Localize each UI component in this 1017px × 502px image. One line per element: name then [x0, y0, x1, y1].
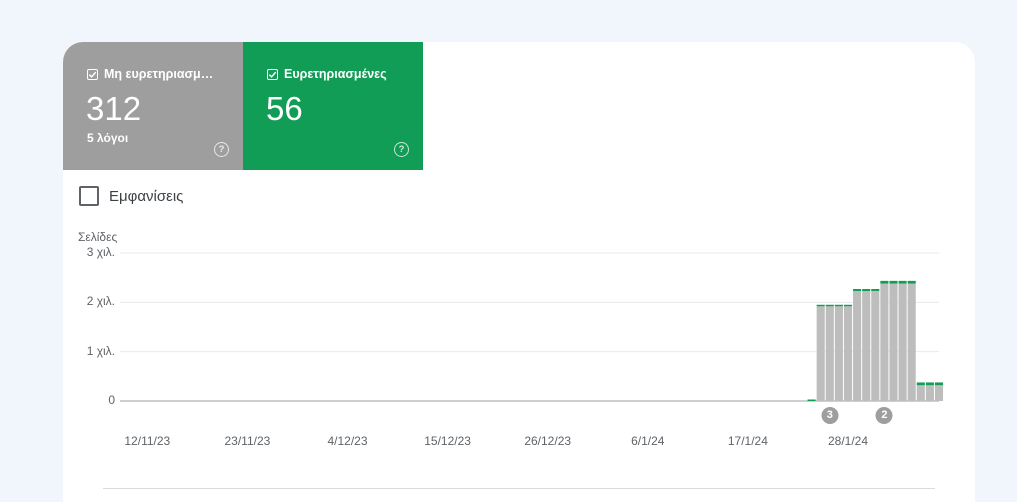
x-tick-label: 17/1/24	[727, 434, 768, 448]
indexed-bar[interactable]	[853, 289, 862, 291]
indexed-bar[interactable]	[862, 289, 871, 291]
not-indexed-bar[interactable]	[843, 306, 853, 401]
indexed-bar[interactable]	[925, 382, 934, 386]
x-tick-label: 4/12/23	[327, 434, 368, 448]
not-indexed-bar[interactable]	[898, 283, 907, 401]
not-indexed-bar[interactable]	[825, 306, 834, 401]
not-indexed-bar[interactable]	[934, 385, 944, 401]
indexed-bar[interactable]	[898, 280, 907, 284]
indexed-bar[interactable]	[807, 399, 816, 402]
indexed-bar[interactable]	[916, 382, 925, 386]
indexed-bar[interactable]	[825, 304, 834, 307]
x-tick-label: 26/12/23	[524, 434, 572, 448]
x-tick-label: 23/11/23	[224, 434, 271, 448]
x-tick-label: 12/11/23	[124, 434, 171, 448]
not-indexed-bar[interactable]	[889, 283, 898, 401]
not-indexed-bar[interactable]	[907, 283, 916, 401]
indexed-bar[interactable]	[889, 280, 898, 284]
not-indexed-bar[interactable]	[862, 290, 871, 401]
annotation-badge[interactable]: 3	[821, 407, 839, 424]
indexed-bar[interactable]	[934, 382, 944, 386]
not-indexed-bar[interactable]	[925, 385, 934, 401]
indexed-bar[interactable]	[880, 280, 889, 284]
x-tick-label: 15/12/23	[424, 434, 471, 448]
indexed-bar[interactable]	[834, 304, 843, 307]
x-tick-label: 6/1/24	[631, 434, 665, 448]
not-indexed-bar[interactable]	[853, 290, 862, 401]
not-indexed-bar[interactable]	[816, 306, 825, 401]
indexed-bar[interactable]	[816, 304, 825, 307]
indexed-bar[interactable]	[843, 304, 853, 307]
not-indexed-bar[interactable]	[834, 306, 843, 401]
annotation-badge[interactable]: 2	[875, 407, 893, 424]
not-indexed-bar[interactable]	[871, 290, 880, 401]
indexed-bar[interactable]	[871, 289, 880, 291]
not-indexed-bar[interactable]	[916, 385, 925, 401]
indexing-chart	[120, 252, 944, 402]
not-indexed-bar[interactable]	[880, 283, 889, 401]
divider	[103, 488, 935, 489]
indexed-bar[interactable]	[907, 280, 916, 284]
x-tick-label: 28/1/24	[827, 434, 869, 448]
page-indexing-card: Μη ευρετηριασμ… 312 5 λόγοι ? Ευρετηριασ…	[63, 42, 975, 502]
